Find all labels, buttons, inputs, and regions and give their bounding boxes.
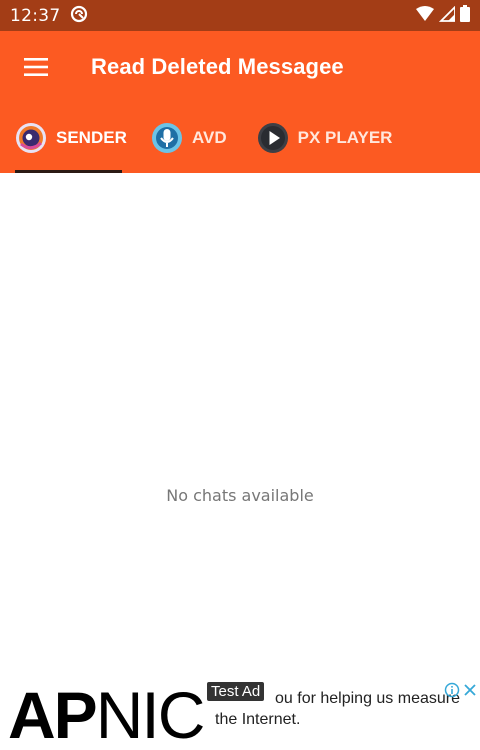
tab-sender-label: SENDER <box>56 128 127 147</box>
tab-avd[interactable]: AVD <box>151 103 227 173</box>
sender-app-icon <box>15 122 47 154</box>
menu-button[interactable] <box>0 31 72 103</box>
tab-avd-label: AVD <box>192 128 227 147</box>
tab-px-player[interactable]: PX PLAYER <box>257 103 393 173</box>
notification-icon <box>70 5 88 27</box>
ad-logo-rest: NIC <box>95 678 206 750</box>
ad-banner[interactable]: APNIC ou for helping us measure the Inte… <box>0 678 480 750</box>
chat-list-area: No chats available <box>0 173 480 678</box>
ad-logo: APNIC <box>8 682 205 748</box>
tab-bar: SENDER AVD PX PLAYER <box>0 103 480 173</box>
battery-icon <box>460 5 470 26</box>
cell-signal-icon <box>438 4 456 26</box>
avd-app-icon <box>151 122 183 154</box>
app-bar: Read Deleted Messagee <box>0 31 480 103</box>
hamburger-menu-icon <box>24 58 48 76</box>
test-ad-badge: Test Ad <box>207 682 265 701</box>
wifi-icon <box>416 5 434 26</box>
play-icon <box>257 122 289 154</box>
empty-state-message: No chats available <box>166 486 314 505</box>
ad-logo-bold: AP <box>8 678 98 750</box>
status-right <box>416 4 470 26</box>
tab-px-player-label: PX PLAYER <box>297 128 393 147</box>
app-title: Read Deleted Messagee <box>91 54 344 79</box>
status-bar: 12:37 <box>0 0 480 31</box>
status-left: 12:37 <box>10 5 88 27</box>
status-time: 12:37 <box>10 5 61 26</box>
ad-info-icon[interactable] <box>444 682 460 702</box>
ad-controls <box>444 682 478 702</box>
ad-text-line2: the Internet. <box>215 711 301 728</box>
tab-sender[interactable]: SENDER <box>15 103 127 173</box>
ad-close-icon[interactable] <box>462 682 478 702</box>
